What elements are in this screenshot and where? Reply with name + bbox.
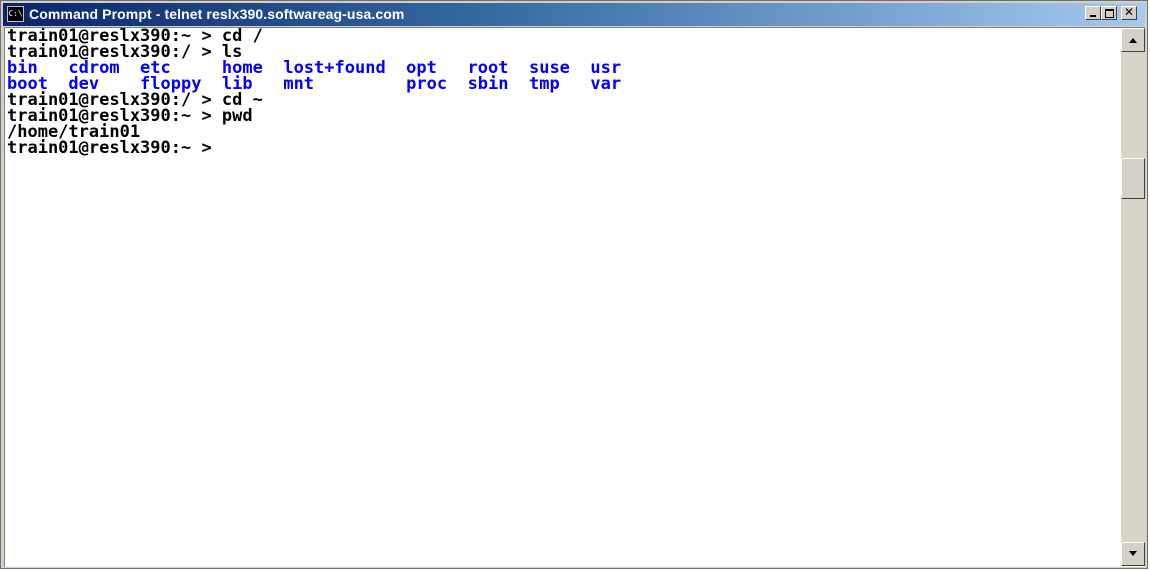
console-area[interactable]: train01@reslx390:~ > cd / train01@reslx3… [4, 27, 1145, 567]
cmd-icon[interactable]: C:\ [7, 6, 24, 22]
terminal-line: train01@reslx390:~ > pwd [7, 106, 253, 126]
vertical-scrollbar[interactable] [1121, 28, 1145, 566]
maximize-button[interactable] [1101, 6, 1117, 20]
command-prompt-window: C:\ Command Prompt - telnet reslx390.sof… [0, 0, 1148, 569]
minimize-button[interactable] [1085, 6, 1101, 20]
scroll-down-button[interactable] [1121, 542, 1145, 566]
window-title: Command Prompt - telnet reslx390.softwar… [29, 6, 405, 22]
arrow-down-icon [1129, 551, 1137, 556]
maximize-icon [1105, 9, 1114, 18]
scroll-thumb[interactable] [1121, 158, 1145, 199]
close-icon: ✕ [1123, 5, 1135, 19]
command-prompt-line: train01@reslx390:~ > [7, 138, 212, 158]
minimize-icon [1090, 15, 1096, 17]
terminal-output[interactable]: train01@reslx390:~ > cd / train01@reslx3… [7, 28, 1119, 566]
close-button[interactable]: ✕ [1121, 5, 1137, 20]
title-bar[interactable]: C:\ Command Prompt - telnet reslx390.sof… [3, 3, 1145, 26]
arrow-up-icon [1129, 38, 1137, 43]
scroll-up-button[interactable] [1121, 28, 1145, 52]
